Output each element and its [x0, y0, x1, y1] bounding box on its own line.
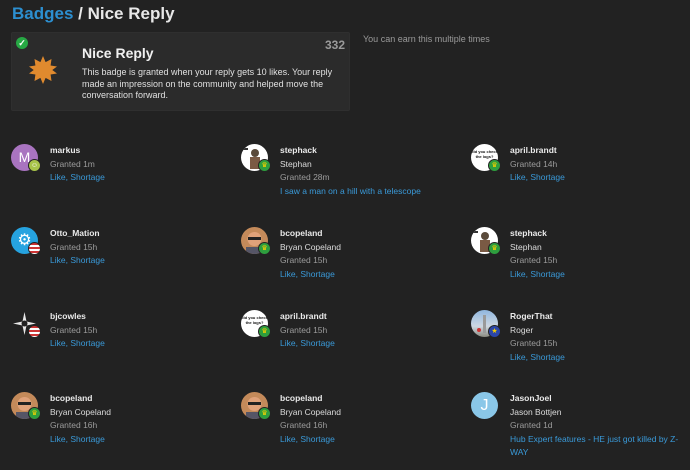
crown-flair-icon: ♛: [258, 242, 271, 255]
sun-badge-icon: [29, 56, 57, 84]
grant-post-link[interactable]: Like, Shortage: [50, 171, 105, 185]
badge-card: ✓ Nice Reply 332 This badge is granted w…: [11, 32, 350, 111]
page-title: Badges / Nice Reply: [12, 4, 175, 24]
breadcrumb-separator: /: [73, 4, 88, 23]
eu-flag-icon: ★: [488, 325, 501, 338]
crown-flair-icon: ♛: [488, 242, 501, 255]
grant-post-link[interactable]: Like, Shortage: [280, 268, 341, 282]
grant-username[interactable]: RogerThat: [510, 310, 565, 324]
grant-post-link[interactable]: Like, Shortage: [50, 433, 111, 447]
badge-description: This badge is granted when your reply ge…: [82, 67, 333, 100]
grant-full-name: Bryan Copeland: [280, 406, 341, 417]
grant-full-name: Roger: [510, 324, 534, 335]
grant-full-name: Jason Bottjen: [510, 406, 562, 417]
grant-post-link[interactable]: I saw a man on a hill with a telescope: [280, 185, 421, 199]
crown-flair-icon: ♛: [258, 407, 271, 420]
grant-time: Granted 28m: [280, 172, 330, 182]
crown-flair-icon: ♛: [28, 407, 41, 420]
grant-username[interactable]: bcopeland: [280, 392, 341, 406]
grant-post-link[interactable]: Like, Shortage: [510, 171, 565, 185]
grant-time: Granted 15h: [510, 338, 558, 348]
grant-time: Granted 1d: [510, 420, 553, 430]
grant-username[interactable]: april.brandt: [280, 310, 335, 324]
grant-post-link[interactable]: Like, Shortage: [280, 337, 335, 351]
us-flag-icon: [28, 325, 41, 338]
grant-username[interactable]: markus: [50, 144, 105, 158]
grant-username[interactable]: Otto_Mation: [50, 227, 105, 241]
grant-username[interactable]: april.brandt: [510, 144, 565, 158]
earn-note: You can earn this multiple times: [363, 34, 490, 44]
grant-post-link[interactable]: Like, Shortage: [510, 268, 565, 282]
grant-full-name: Bryan Copeland: [280, 241, 341, 252]
grant-post-link[interactable]: Like, Shortage: [50, 337, 105, 351]
badge-title: Nice Reply: [87, 4, 175, 23]
grant-time: Granted 14h: [510, 158, 558, 169]
grant-username[interactable]: bjcowles: [50, 310, 105, 324]
badge-count: 332: [324, 38, 345, 52]
crown-flair-icon: ♛: [258, 325, 271, 338]
grant-post-link[interactable]: Hub Expert features - HE just got killed…: [510, 433, 680, 460]
crown-flair-icon: ♛: [258, 159, 271, 172]
grant-time: Granted 15h: [50, 241, 98, 252]
breadcrumb-badges-link[interactable]: Badges: [12, 4, 73, 23]
checkmark-icon: ✓: [16, 37, 28, 49]
grant-time: Granted 1m: [50, 158, 95, 169]
grant-time: Granted 16h: [280, 420, 328, 430]
grant-username[interactable]: stephack: [510, 227, 565, 241]
grant-username[interactable]: stephack: [280, 144, 421, 158]
flair-icon: ☺: [28, 159, 41, 172]
grant-time: Granted 16h: [50, 420, 98, 430]
crown-flair-icon: ♛: [488, 159, 501, 172]
grant-full-name: Stephan: [280, 158, 312, 169]
grant-username[interactable]: bcopeland: [280, 227, 341, 241]
grant-username[interactable]: bcopeland: [50, 392, 111, 406]
grant-full-name: Stephan: [510, 241, 542, 252]
grant-full-name: Bryan Copeland: [50, 406, 111, 417]
us-flag-icon: [28, 242, 41, 255]
grant-time: Granted 15h: [50, 324, 98, 335]
grant-post-link[interactable]: Like, Shortage: [50, 254, 105, 268]
avatar-jasonjoel[interactable]: J: [471, 392, 498, 419]
grant-time: Granted 15h: [280, 255, 328, 265]
grant-time: Granted 15h: [280, 324, 328, 335]
grant-post-link[interactable]: Like, Shortage: [510, 351, 565, 365]
grant-time: Granted 15h: [510, 255, 558, 265]
grant-post-link[interactable]: Like, Shortage: [280, 433, 341, 447]
grant-username[interactable]: JasonJoel: [510, 392, 680, 406]
badge-name: Nice Reply: [82, 45, 154, 61]
